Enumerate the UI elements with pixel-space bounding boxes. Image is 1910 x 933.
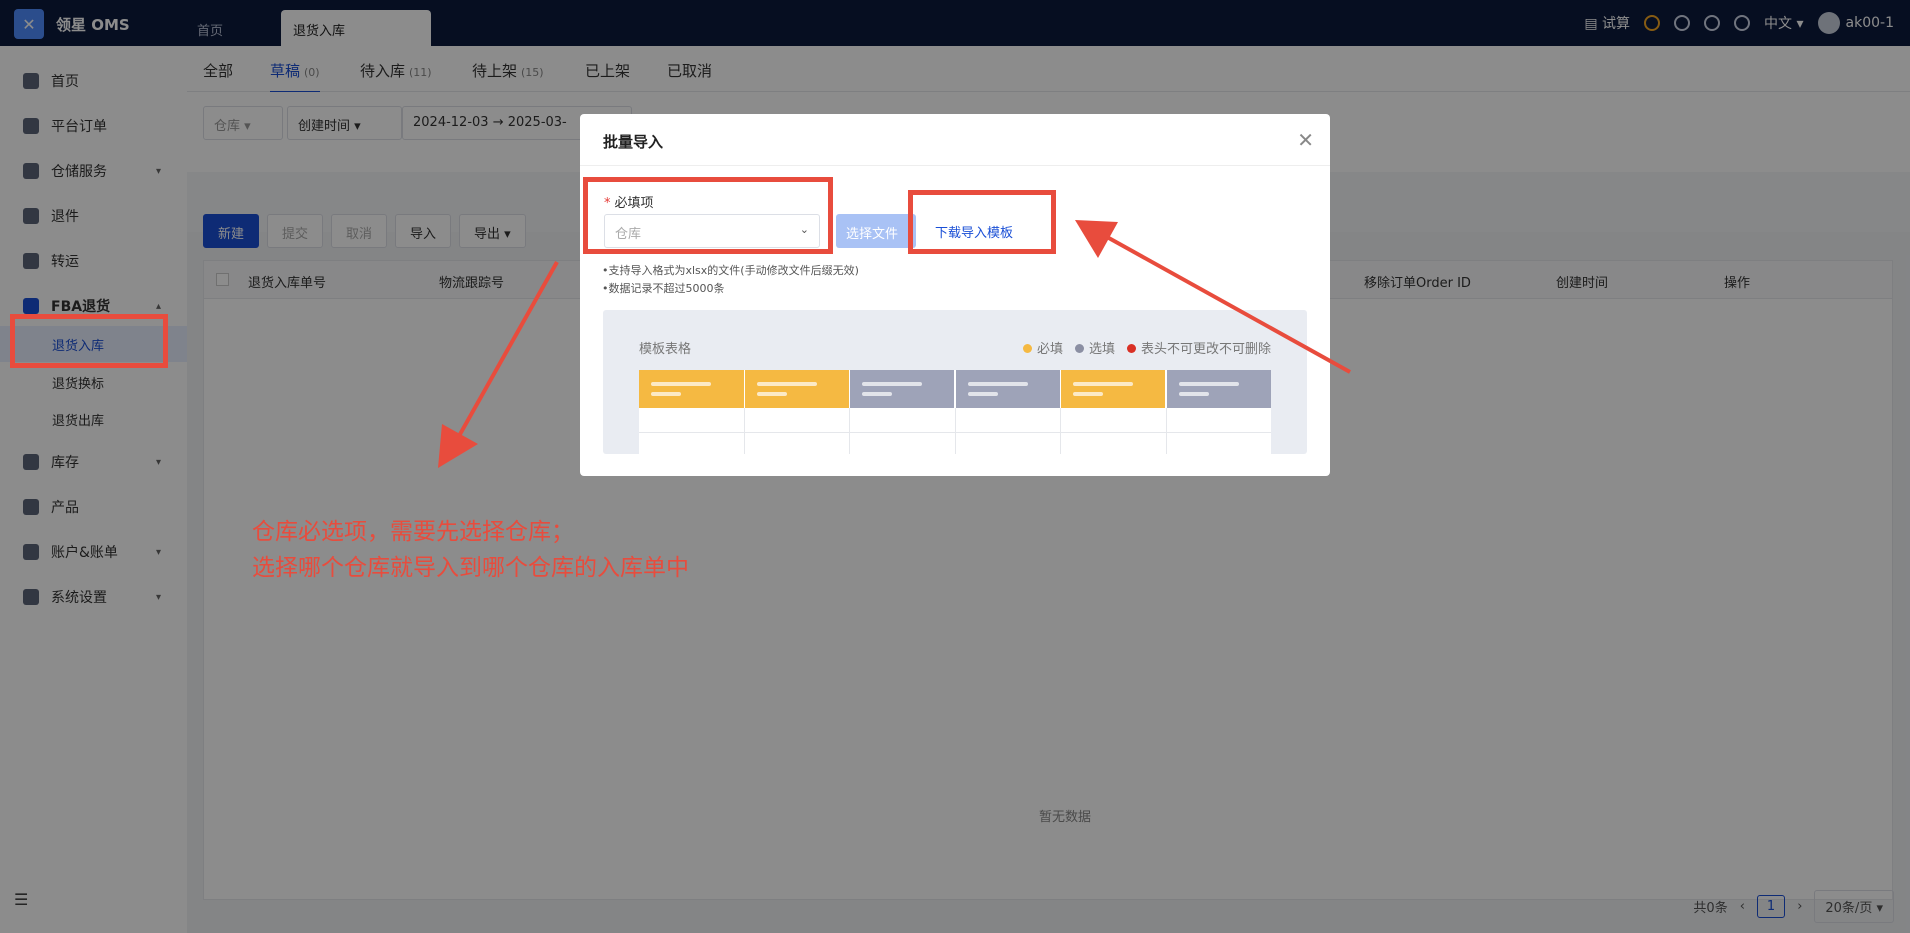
- annotation-text-line1: 仓库必选项，需要先选择仓库；: [252, 519, 574, 545]
- arrow-to-warehouse-line: [448, 261, 559, 453]
- annotation-text-line2: 选择哪个仓库就导入到哪个仓库的入库单中: [252, 555, 689, 581]
- annotation-arrows: [438, 220, 1351, 468]
- arrow-head-down: [438, 424, 478, 468]
- arrow-to-download-line: [1097, 230, 1351, 374]
